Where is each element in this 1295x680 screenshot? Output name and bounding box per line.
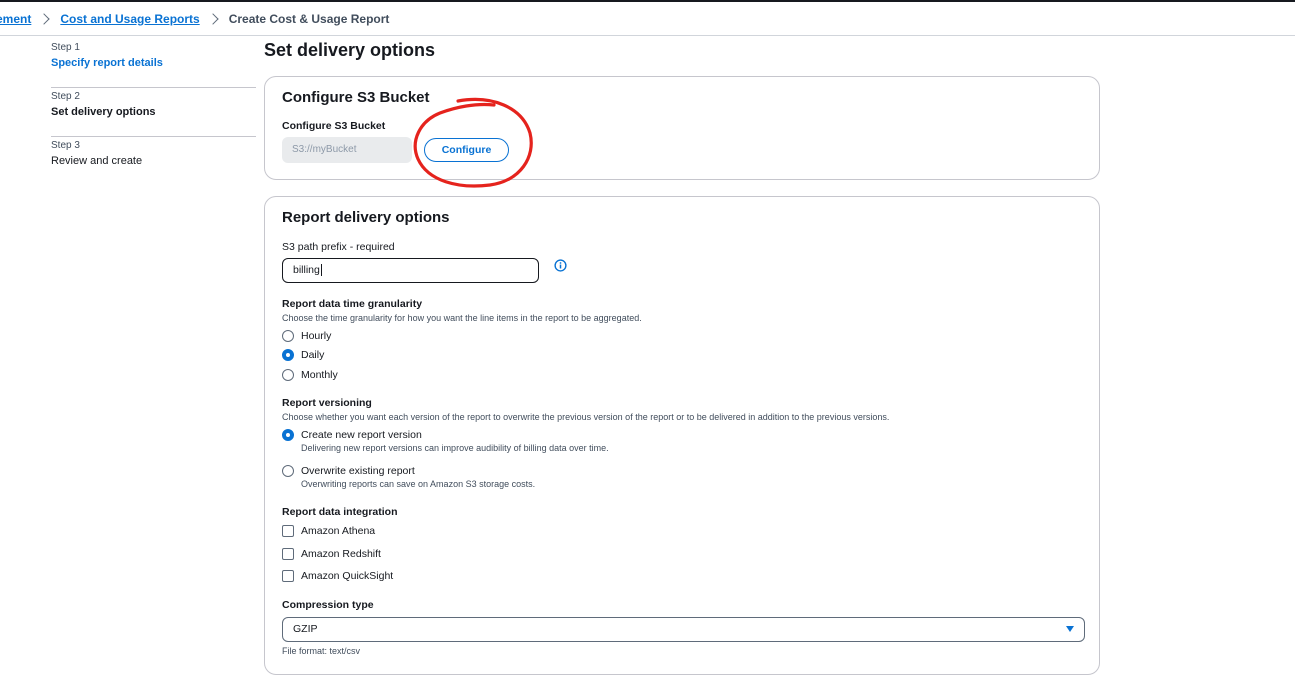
compression-hint: File format: text/csv — [282, 646, 361, 656]
wizard-steps: Step 1 Specify report details Step 2 Set… — [51, 40, 256, 186]
step-number: Step 3 — [51, 140, 80, 151]
top-border — [0, 0, 1295, 2]
compression-value: GZIP — [293, 623, 318, 635]
s3-prefix-label: S3 path prefix - required — [282, 241, 395, 253]
radio-button[interactable] — [282, 369, 294, 381]
radio-create-new-version[interactable]: Create new report version Delivering new… — [282, 429, 609, 453]
radio-label: Daily — [301, 349, 325, 361]
step-title-review-and-create: Review and create — [51, 155, 143, 167]
checkbox-label: Amazon Redshift — [301, 548, 381, 560]
breadcrumb: ement Cost and Usage Reports Create Cost… — [0, 11, 389, 27]
step-number: Step 1 — [51, 42, 80, 53]
checkbox[interactable] — [282, 570, 294, 582]
checkbox[interactable] — [282, 548, 294, 560]
granularity-description: Choose the time granularity for how you … — [282, 313, 642, 323]
configure-button[interactable]: Configure — [424, 138, 509, 162]
breadcrumb-current: Create Cost & Usage Report — [228, 12, 390, 26]
s3-prefix-value: billing — [293, 264, 320, 276]
breadcrumb-link-cost-and-usage-reports[interactable]: Cost and Usage Reports — [60, 12, 199, 26]
checkbox-label: Amazon QuickSight — [301, 570, 394, 582]
caret-down-icon — [1066, 626, 1074, 632]
checkbox-amazon-quicksight[interactable]: Amazon QuickSight — [282, 570, 393, 582]
s3-bucket-card: Configure S3 Bucket Configure S3 Bucket … — [264, 76, 1100, 180]
s3-bucket-input[interactable]: S3://myBucket — [282, 137, 412, 163]
text-cursor — [320, 264, 322, 277]
step-title-current: Set delivery options — [51, 106, 156, 118]
granularity-label: Report data time granularity — [282, 298, 423, 310]
radio-button-selected[interactable] — [282, 429, 294, 441]
s3-prefix-input[interactable]: billing — [282, 258, 539, 283]
radio-label: Create new report version — [301, 429, 422, 441]
chevron-right-icon — [38, 13, 51, 25]
wizard-step-3: Step 3 Review and create — [51, 138, 256, 186]
radio-label: Overwrite existing report — [301, 465, 415, 477]
versioning-description: Choose whether you want each version of … — [282, 412, 890, 422]
checkbox-label: Amazon Athena — [301, 525, 376, 537]
checkbox-amazon-athena[interactable]: Amazon Athena — [282, 525, 375, 537]
wizard-step-1: Step 1 Specify report details — [51, 40, 256, 88]
chevron-right-icon — [207, 13, 219, 25]
radio-daily[interactable]: Daily — [282, 349, 324, 361]
checkbox[interactable] — [282, 525, 294, 537]
radio-button[interactable] — [282, 465, 294, 477]
versioning-label: Report versioning — [282, 397, 372, 409]
radio-label: Monthly — [301, 369, 338, 381]
card-title: Report delivery options — [282, 209, 450, 226]
s3-bucket-label: Configure S3 Bucket — [282, 120, 386, 132]
radio-hourly[interactable]: Hourly — [282, 330, 331, 342]
wizard-step-2: Step 2 Set delivery options — [51, 89, 256, 137]
radio-monthly[interactable]: Monthly — [282, 369, 338, 381]
step-link-specify-report-details[interactable]: Specify report details — [51, 55, 256, 71]
card-title: Configure S3 Bucket — [282, 89, 430, 106]
radio-overwrite-existing[interactable]: Overwrite existing report Overwriting re… — [282, 465, 535, 489]
radio-button[interactable] — [282, 330, 294, 342]
radio-button-selected[interactable] — [282, 349, 294, 361]
report-delivery-card: Report delivery options S3 path prefix -… — [264, 196, 1100, 675]
integration-label: Report data integration — [282, 506, 398, 518]
radio-text: Create new report version Delivering new… — [301, 429, 609, 453]
radio-label: Hourly — [301, 330, 332, 342]
radio-text: Overwrite existing report Overwriting re… — [301, 465, 535, 489]
header-divider — [0, 35, 1295, 36]
breadcrumb-link-billing-management[interactable]: ement — [0, 12, 31, 26]
info-icon[interactable] — [554, 259, 567, 272]
compression-label: Compression type — [282, 599, 374, 611]
radio-sublabel: Overwriting reports can save on Amazon S… — [301, 479, 536, 489]
page-title: Set delivery options — [264, 40, 436, 60]
step-number: Step 2 — [51, 91, 80, 102]
radio-sublabel: Delivering new report versions can impro… — [301, 443, 609, 453]
compression-select[interactable]: GZIP — [282, 617, 1085, 642]
checkbox-amazon-redshift[interactable]: Amazon Redshift — [282, 548, 381, 560]
